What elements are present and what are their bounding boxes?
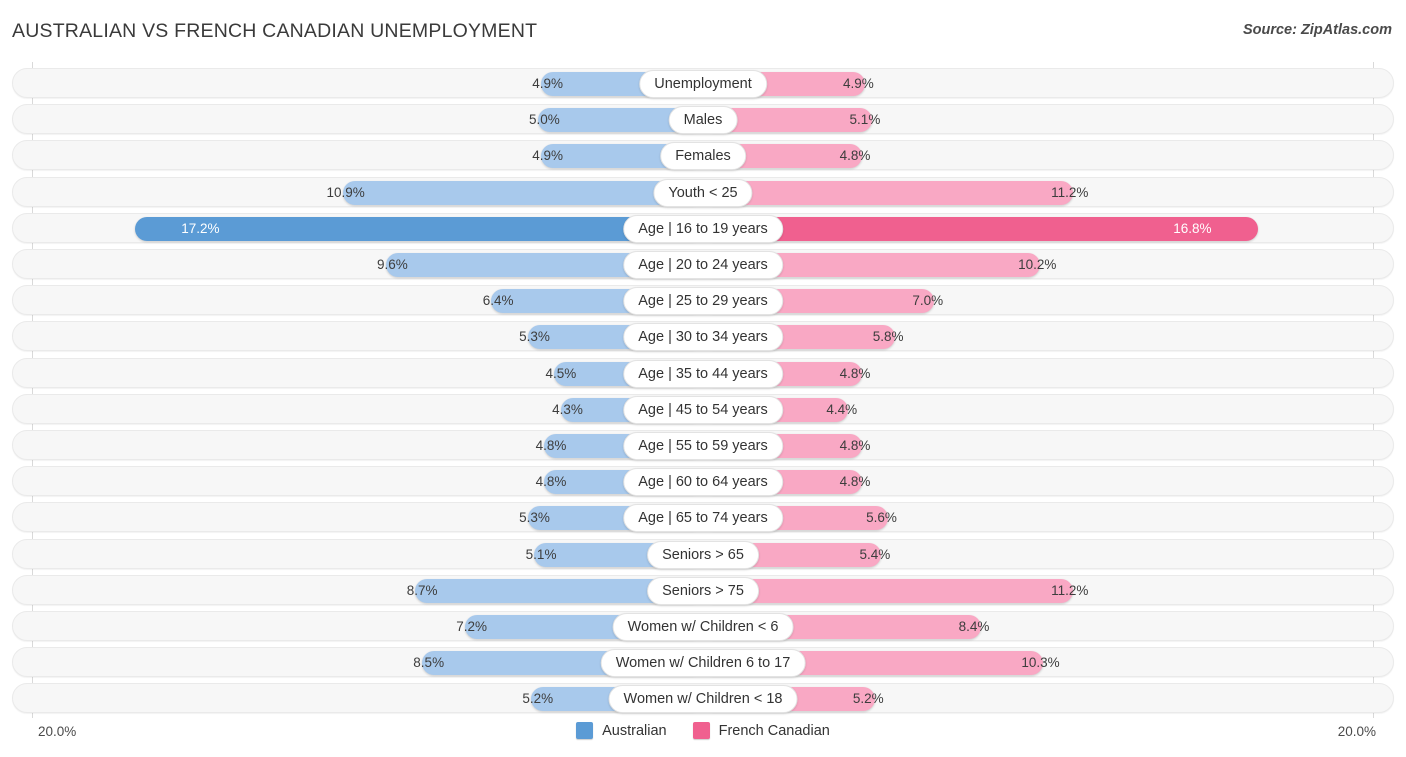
- value-label-french-canadian: 7.0%: [912, 293, 944, 309]
- value-label-french-canadian: 4.9%: [842, 76, 874, 91]
- value-label-australian: 4.9%: [532, 148, 564, 164]
- chart-page: AUSTRALIAN VS FRENCH CANADIAN UNEMPLOYME…: [0, 0, 1406, 757]
- category-label: Women w/ Children < 18: [608, 685, 798, 714]
- table-row: 5.3% 5.8% Age | 30 to 34 years: [12, 321, 1394, 352]
- category-label: Women w/ Children < 6: [612, 613, 794, 641]
- category-label: Seniors > 75: [647, 576, 759, 605]
- value-label-australian: 10.9%: [326, 184, 365, 200]
- bar-row-list: 4.9% 4.9% Unemployment 5.0% 5.1% Males 4.9% 4.8…: [12, 62, 1394, 718]
- category-label: Age | 65 to 74 years: [623, 504, 783, 533]
- legend-label: French Canadian: [718, 722, 830, 739]
- value-label-australian: 4.8%: [535, 474, 567, 490]
- value-label-australian: 5.3%: [519, 329, 550, 345]
- value-label-french-canadian: 4.8%: [839, 474, 871, 490]
- value-label-french-canadian: 11.2%: [1051, 582, 1089, 598]
- table-row: 8.7% 11.2% Seniors > 75: [12, 574, 1394, 605]
- bar-french-canadian: [703, 180, 1074, 205]
- category-label: Age | 30 to 34 years: [623, 323, 783, 352]
- legend-swatch-icon: [576, 722, 594, 739]
- value-label-french-canadian: 5.8%: [872, 329, 904, 345]
- table-row: 4.8% 4.8% Age | 60 to 64 years: [12, 466, 1394, 497]
- category-label: Youth < 25: [653, 178, 753, 207]
- category-label: Females: [660, 142, 746, 171]
- value-label-australian: 4.9%: [532, 76, 564, 91]
- chart-legend: Australian French Canadian: [0, 722, 1406, 739]
- table-row: 4.5% 4.8% Age | 35 to 44 years: [12, 357, 1394, 388]
- category-label: Age | 16 to 19 years: [623, 214, 783, 243]
- value-label-australian: 5.1%: [525, 546, 557, 562]
- value-label-french-canadian: 10.3%: [1021, 655, 1060, 671]
- page-title: AUSTRALIAN VS FRENCH CANADIAN UNEMPLOYME…: [12, 20, 538, 42]
- value-label-french-canadian: 10.2%: [1018, 257, 1057, 272]
- value-label-australian: 4.5%: [545, 365, 577, 381]
- chart-footer: 20.0% 20.0% Australian French Canadian: [0, 718, 1406, 757]
- category-label: Age | 55 to 59 years: [623, 432, 783, 460]
- table-row: 4.9% 4.9% Unemployment: [12, 68, 1394, 98]
- category-label: Age | 60 to 64 years: [623, 468, 783, 497]
- category-label: Seniors > 65: [647, 540, 759, 569]
- value-label-australian: 7.2%: [456, 619, 488, 634]
- value-label-french-canadian: 16.8%: [1173, 220, 1212, 236]
- table-row: 10.9% 11.2% Youth < 25: [12, 176, 1394, 207]
- value-label-french-canadian: 5.2%: [852, 691, 884, 707]
- table-row: 8.5% 10.3% Women w/ Children 6 to 17: [12, 647, 1394, 678]
- value-label-french-canadian: 4.8%: [839, 365, 871, 381]
- value-label-australian: 5.3%: [519, 510, 550, 526]
- table-row: 4.8% 4.8% Age | 55 to 59 years: [12, 430, 1394, 460]
- table-row: 17.2% 16.8% Age | 16 to 19 years: [12, 212, 1394, 243]
- category-label: Unemployment: [639, 70, 767, 98]
- chart-plot-area: 4.9% 4.9% Unemployment 5.0% 5.1% Males 4.9% 4.8…: [12, 62, 1394, 718]
- value-label-french-canadian: 4.8%: [839, 438, 871, 453]
- value-label-australian: 4.8%: [535, 438, 567, 453]
- value-label-french-canadian: 5.6%: [866, 510, 897, 526]
- category-label: Women w/ Children 6 to 17: [600, 649, 806, 678]
- table-row: 5.2% 5.2% Women w/ Children < 18: [12, 683, 1394, 714]
- value-label-australian: 5.2%: [522, 691, 554, 707]
- value-label-french-canadian: 8.4%: [958, 619, 990, 634]
- table-row: 6.4% 7.0% Age | 25 to 29 years: [12, 285, 1394, 316]
- category-label: Age | 25 to 29 years: [623, 287, 783, 316]
- bar-australian: [134, 216, 703, 241]
- value-label-australian: 6.4%: [482, 293, 514, 309]
- category-label: Males: [668, 106, 738, 135]
- value-label-french-canadian: 11.2%: [1051, 184, 1089, 200]
- value-label-australian: 17.2%: [181, 220, 220, 236]
- value-label-french-canadian: 5.4%: [859, 546, 891, 562]
- legend-label: Australian: [602, 722, 667, 739]
- category-label: Age | 20 to 24 years: [623, 251, 783, 279]
- legend-swatch-icon: [692, 722, 710, 739]
- source-attribution: Source: ZipAtlas.com: [1242, 22, 1392, 38]
- value-label-australian: 8.5%: [413, 655, 445, 671]
- table-row: 7.2% 8.4% Women w/ Children < 6: [12, 611, 1394, 641]
- table-row: 4.9% 4.8% Females: [12, 140, 1394, 171]
- value-label-french-canadian: 4.8%: [839, 148, 871, 164]
- legend-item[interactable]: Australian: [576, 722, 667, 739]
- table-row: 9.6% 10.2% Age | 20 to 24 years: [12, 249, 1394, 279]
- value-label-australian: 4.3%: [552, 401, 583, 417]
- value-label-australian: 8.7%: [406, 582, 438, 598]
- value-label-french-canadian: 4.4%: [826, 401, 858, 417]
- table-row: 5.3% 5.6% Age | 65 to 74 years: [12, 502, 1394, 533]
- value-label-french-canadian: 5.1%: [849, 112, 881, 128]
- value-label-australian: 9.6%: [376, 257, 408, 272]
- legend-item[interactable]: French Canadian: [692, 722, 830, 739]
- category-label: Age | 45 to 54 years: [623, 395, 783, 424]
- value-label-australian: 5.0%: [528, 112, 560, 128]
- table-row: 5.1% 5.4% Seniors > 65: [12, 538, 1394, 569]
- category-label: Age | 35 to 44 years: [623, 359, 783, 388]
- table-row: 4.3% 4.4% Age | 45 to 54 years: [12, 393, 1394, 424]
- bar-australian: [342, 180, 703, 205]
- chart-header: AUSTRALIAN VS FRENCH CANADIAN UNEMPLOYME…: [0, 0, 1406, 58]
- table-row: 5.0% 5.1% Males: [12, 104, 1394, 135]
